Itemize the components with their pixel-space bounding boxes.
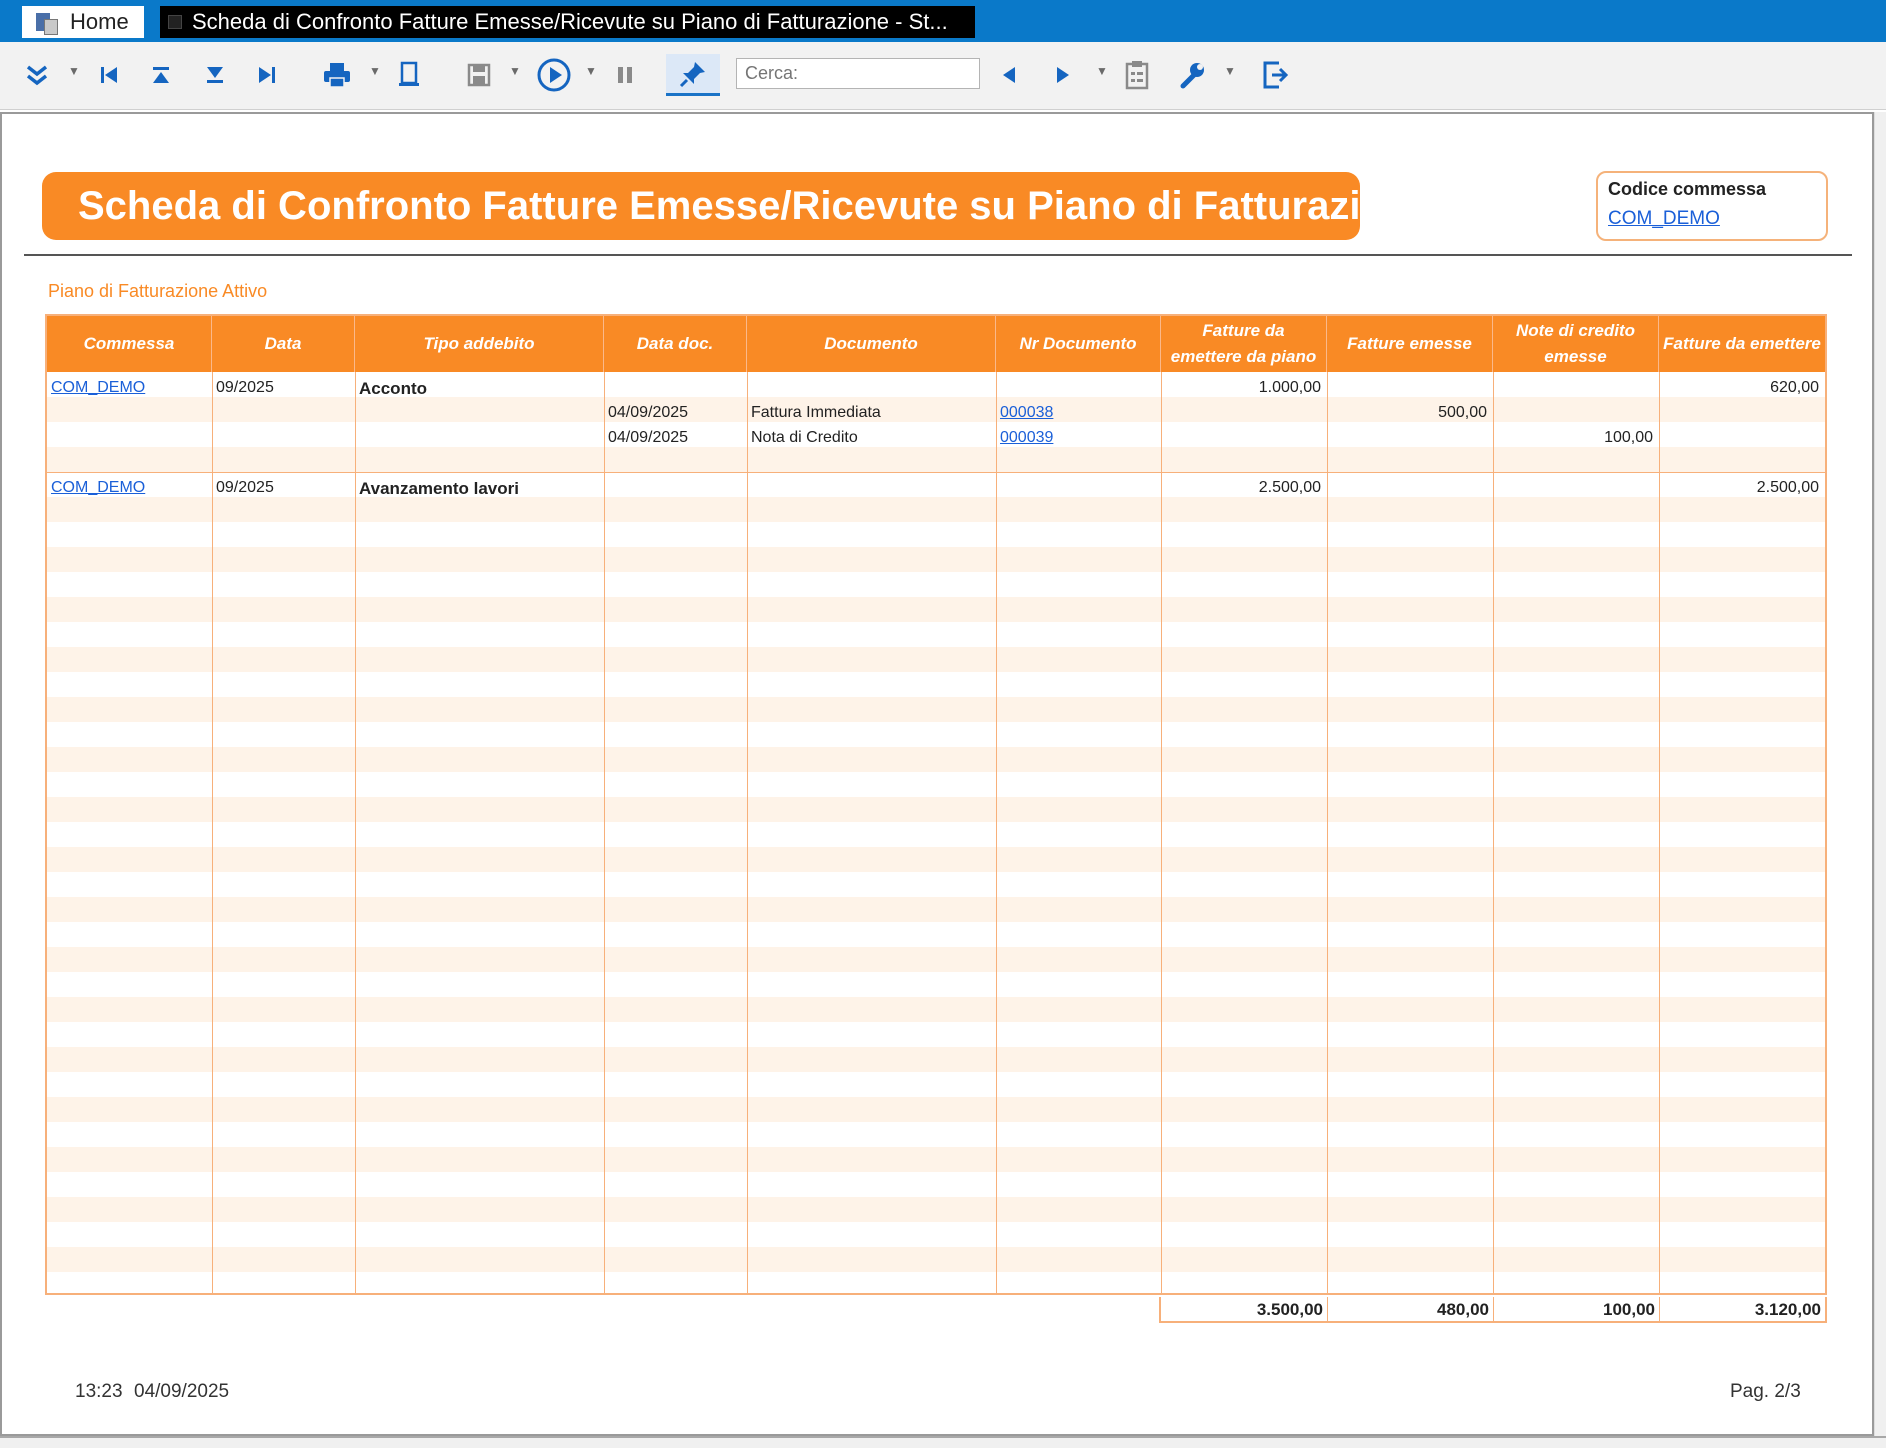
tab-report-label: Scheda di Confronto Fatture Emesse/Ricev… — [192, 9, 948, 34]
col-divider — [355, 372, 356, 1293]
row1-tipo: Acconto — [359, 379, 427, 398]
doc1-nr-link[interactable]: 000038 — [1000, 404, 1053, 422]
col-header-data: Data — [212, 316, 355, 372]
first-page-icon[interactable] — [94, 54, 124, 96]
chevron-down-icon[interactable]: ▼ — [1224, 64, 1236, 78]
total-emesse: 480,00 — [1437, 1300, 1489, 1319]
chevron-down-icon[interactable]: ▼ — [369, 64, 381, 78]
table-body — [47, 372, 1825, 1293]
col-header-tipo: Tipo addebito — [355, 316, 604, 372]
footer-page-number: Pag. 2/3 — [1730, 1381, 1801, 1402]
codice-commessa-label: Codice commessa — [1608, 179, 1767, 199]
chevron-down-icon[interactable]: ▼ — [509, 64, 521, 78]
doc2-data-doc: 04/09/2025 — [608, 429, 689, 446]
row1-da-piano: 1.000,00 — [1258, 379, 1321, 396]
first-group-icon[interactable] — [146, 54, 176, 96]
table-header: Commessa Data Tipo addebito Data doc. Do… — [47, 316, 1825, 372]
row1-da-emettere: 620,00 — [1770, 379, 1819, 396]
tab-home[interactable]: Home — [22, 6, 144, 38]
row1-commessa-link[interactable]: COM_DEMO — [51, 379, 145, 397]
col-header-emesse: Fatture emesse — [1327, 316, 1493, 372]
last-page-icon[interactable] — [252, 54, 282, 96]
horizontal-scrollbar[interactable] — [0, 1436, 1886, 1448]
footer-date: 04/09/2025 — [134, 1381, 230, 1402]
expand-all-icon[interactable] — [20, 54, 54, 96]
col-divider — [747, 372, 748, 1293]
codice-commessa-link[interactable]: COM_DEMO — [1608, 208, 1816, 230]
pin-icon[interactable] — [666, 54, 720, 96]
report-table: Commessa Data Tipo addebito Data doc. Do… — [45, 314, 1827, 1295]
total-note-credito: 100,00 — [1603, 1300, 1655, 1319]
col-divider — [1327, 372, 1328, 1293]
doc2-nr-link[interactable]: 000039 — [1000, 429, 1053, 447]
exit-icon[interactable] — [1258, 54, 1292, 96]
clipboard-icon[interactable] — [1120, 54, 1154, 96]
pause-icon[interactable] — [610, 54, 640, 96]
col-header-commessa: Commessa — [47, 316, 212, 372]
report-icon — [168, 15, 182, 29]
doc2-note-credito: 100,00 — [1604, 429, 1653, 446]
row2-tipo: Avanzamento lavori — [359, 479, 519, 498]
col-header-da-emettere: Fatture da emettere — [1663, 334, 1821, 353]
footer-time: 13:23 — [75, 1381, 123, 1402]
save-icon[interactable] — [462, 54, 496, 96]
search-input[interactable] — [736, 58, 980, 89]
row2-da-emettere: 2.500,00 — [1756, 479, 1819, 496]
total-da-emettere: 3.120,00 — [1754, 1300, 1821, 1319]
doc1-data-doc: 04/09/2025 — [608, 404, 689, 421]
row2-data: 09/2025 — [216, 479, 274, 496]
vertical-scrollbar[interactable] — [1874, 112, 1886, 1436]
col-header-nr-documento: Nr Documento — [996, 316, 1161, 372]
section-label: Piano di Fatturazione Attivo — [48, 281, 268, 301]
doc1-emesse: 500,00 — [1438, 404, 1487, 421]
total-da-piano: 3.500,00 — [1256, 1300, 1323, 1319]
col-divider — [604, 372, 605, 1293]
col-header-note-credito: Note di credito emesse — [1493, 316, 1659, 372]
title-bar: Home Scheda di Confronto Fatture Emesse/… — [0, 0, 1886, 42]
col-divider — [212, 372, 213, 1293]
col-header-data-doc: Data doc. — [604, 316, 747, 372]
col-divider — [1493, 372, 1494, 1293]
header-divider — [24, 254, 1852, 256]
home-app-icon — [36, 11, 58, 35]
chevron-down-icon[interactable]: ▼ — [585, 64, 597, 78]
wrench-icon[interactable] — [1174, 54, 1210, 96]
col-divider — [1659, 372, 1660, 1293]
print-icon[interactable] — [318, 54, 356, 96]
row-divider — [47, 472, 1825, 473]
next-result-icon[interactable] — [1048, 54, 1078, 96]
col-divider — [996, 372, 997, 1293]
tab-report[interactable]: Scheda di Confronto Fatture Emesse/Ricev… — [160, 6, 975, 38]
row2-commessa-link[interactable]: COM_DEMO — [51, 479, 145, 497]
chevron-down-icon[interactable]: ▼ — [1096, 64, 1108, 78]
doc1-documento: Fattura Immediata — [751, 404, 881, 421]
doc2-documento: Nota di Credito — [751, 429, 858, 446]
previous-result-icon[interactable] — [994, 54, 1024, 96]
play-icon[interactable] — [534, 54, 574, 96]
report-title: Scheda di Confronto Fatture Emesse/Ricev… — [42, 172, 1432, 240]
codice-commessa-box: Codice commessa COM_DEMO — [1596, 171, 1828, 241]
last-group-icon[interactable] — [200, 54, 230, 96]
chevron-down-icon[interactable]: ▼ — [68, 64, 80, 78]
page-setup-icon[interactable] — [394, 54, 424, 96]
row2-da-piano: 2.500,00 — [1258, 479, 1321, 496]
col-header-da-piano: Fatture da emettere da piano — [1161, 316, 1327, 372]
col-header-documento: Documento — [747, 316, 996, 372]
tab-home-label: Home — [70, 9, 129, 34]
col-divider — [1161, 372, 1162, 1293]
row1-data: 09/2025 — [216, 379, 274, 396]
